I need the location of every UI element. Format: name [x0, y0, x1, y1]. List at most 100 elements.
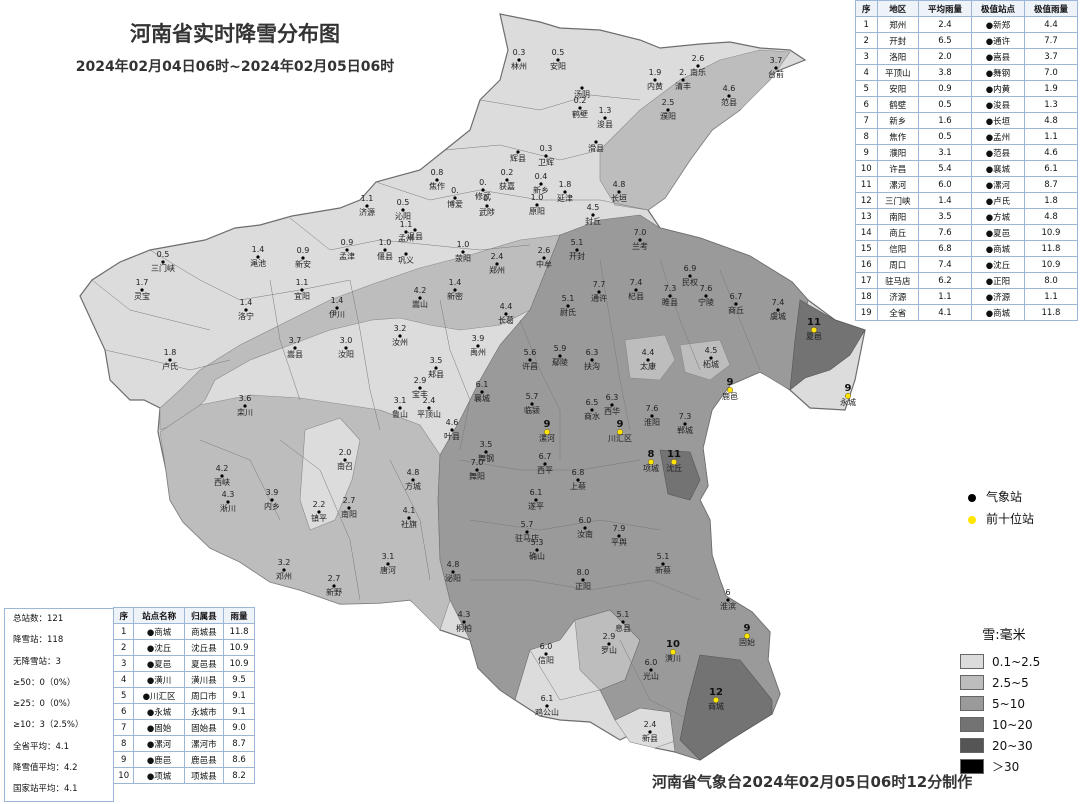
table-cell: 1.6	[917, 112, 972, 129]
table-cell: 8	[112, 735, 135, 752]
station-value: 0.3	[513, 48, 526, 57]
station-name: 民权	[682, 277, 698, 287]
station-value: 5.1	[617, 610, 630, 619]
station-name: 襄城	[474, 393, 490, 403]
station-value: 6.9	[684, 264, 697, 273]
city-row: 16 周口 7.4 ●沈丘 10.9	[855, 256, 1079, 273]
station-value: 1.4	[252, 245, 265, 254]
station-name: 罗山	[601, 645, 617, 655]
city-row: 4 平顶山 3.8 ●舞钢 7.0	[855, 64, 1079, 81]
station-value: 11	[667, 449, 681, 460]
station-value: 5.1	[562, 294, 575, 303]
map-title: 河南省实时降雪分布图	[130, 22, 340, 46]
station-value: 2.7	[343, 496, 356, 505]
table-cell: 3.5	[917, 208, 972, 225]
station-value: 6.3	[586, 348, 599, 357]
table-cell: 开封	[876, 32, 919, 49]
station-value: 11	[807, 317, 821, 328]
station-name: 正阳	[575, 582, 591, 591]
station-name: 长葛	[498, 315, 514, 325]
station-name: 西峡	[214, 477, 230, 487]
table-cell: 潢川县	[183, 671, 225, 688]
station-value: 1.0	[457, 240, 470, 249]
table-cell: 鹤壁	[876, 96, 919, 113]
footer-credit: 河南省气象台2024年02月05日06时12分制作	[652, 773, 973, 791]
station-name: 兰考	[632, 241, 648, 251]
station-name: 淅川	[220, 503, 236, 513]
station-name: 商城	[708, 701, 724, 711]
city-table-header: 序地区 平均雨量 极值站点 极值雨量	[855, 0, 1079, 17]
station-value: 6.7	[730, 292, 743, 301]
legend-label: 10~20	[992, 717, 1033, 732]
station-name: 封丘	[585, 216, 601, 226]
station-name: 淮阳	[644, 417, 660, 427]
station-name: 桐柏	[456, 623, 472, 633]
table-cell: ●嵩县	[970, 48, 1025, 65]
legend-label: 5~10	[992, 696, 1025, 711]
station-value: 3.1	[394, 396, 407, 405]
city-row: 7 新乡 1.6 ●长垣 4.8	[855, 112, 1079, 129]
station-name: 南阳	[341, 509, 357, 519]
legend-item: 20~30	[960, 735, 1048, 756]
station-name: 商丘	[728, 305, 744, 315]
table-cell: 三门峡	[876, 192, 919, 209]
table-cell: 0.5	[917, 96, 972, 113]
table-cell: 许昌	[876, 160, 919, 177]
station-value: 2.9	[414, 376, 427, 385]
weather-station-label: 气象站	[986, 490, 1023, 504]
table-cell: 3	[855, 48, 878, 65]
station-name: 三门峡	[151, 263, 175, 273]
city-row: 12 三门峡 1.4 ●卢氏 1.8	[855, 192, 1079, 209]
station-name: 卫辉	[538, 158, 554, 167]
table-cell: 鹿邑县	[183, 751, 225, 768]
column-header: 地区	[876, 0, 919, 17]
legend-item: 5~10	[960, 693, 1048, 714]
station-value: 0.8	[431, 168, 444, 177]
station-value: 7.4	[772, 298, 785, 307]
legend-label: ＞30	[992, 760, 1020, 774]
table-cell: 商丘	[876, 224, 919, 241]
city-row: 19 全省 4.1 ●商城 11.8	[855, 304, 1079, 321]
table-cell: ●漯河	[133, 735, 185, 752]
station-name: 伊川	[329, 309, 345, 319]
table-cell: 4	[855, 64, 878, 81]
station-value: 2.6	[538, 246, 551, 255]
table-cell: 6.5	[917, 32, 972, 49]
top-ten-row: 1 ●商城 商城县 11.8	[112, 623, 255, 640]
table-cell: 9.0	[223, 719, 255, 736]
station-value: 6.0	[540, 642, 553, 651]
table-cell: 8.0	[1023, 272, 1079, 289]
station-value: 12	[709, 687, 723, 698]
table-cell: 沈丘县	[183, 639, 225, 656]
legend-item: 0.1~2.5	[960, 651, 1048, 672]
table-cell: 9.1	[223, 703, 255, 720]
table-cell: ●正阳	[970, 272, 1025, 289]
station-value: 4.4	[642, 348, 655, 357]
station-value: 1.1	[400, 220, 413, 229]
station-value: 6.1	[541, 694, 554, 703]
snow-legend: 雪:毫米 0.1~2.5 2.5~5 5~10 10~20 20~30 ＞30	[960, 624, 1048, 777]
station-value: 3.9	[472, 334, 485, 343]
table-cell: 10.9	[223, 655, 255, 672]
station-value: 9	[617, 419, 624, 430]
station-name: 郑州	[489, 265, 505, 275]
table-cell: 7	[112, 719, 135, 736]
top-ten-row: 7 ●固始 固始县 9.0	[112, 719, 255, 736]
station-value: 7.7	[593, 280, 606, 289]
station-value: 7.0	[634, 228, 647, 237]
stat-line: 降雪站：118	[13, 635, 64, 646]
table-cell: 9.5	[223, 671, 255, 688]
station-name: 临颍	[524, 405, 540, 415]
legend-swatch	[960, 675, 984, 690]
stat-line: 降雪值平均：4.2	[13, 763, 78, 774]
stat-line: ≥25：0（0%）	[13, 699, 76, 710]
column-header: 雨量	[223, 607, 255, 624]
table-cell: 11.8	[223, 623, 255, 640]
table-cell: 7.4	[917, 256, 972, 273]
station-name: 漯河	[539, 433, 555, 443]
stat-line: 全省平均：4.1	[13, 741, 70, 752]
city-row: 5 安阳 0.9 ●内黄 1.9	[855, 80, 1079, 97]
table-cell: ●范县	[970, 144, 1025, 161]
station-name: 鹤壁	[572, 109, 588, 119]
table-cell: ●商城	[970, 304, 1025, 321]
